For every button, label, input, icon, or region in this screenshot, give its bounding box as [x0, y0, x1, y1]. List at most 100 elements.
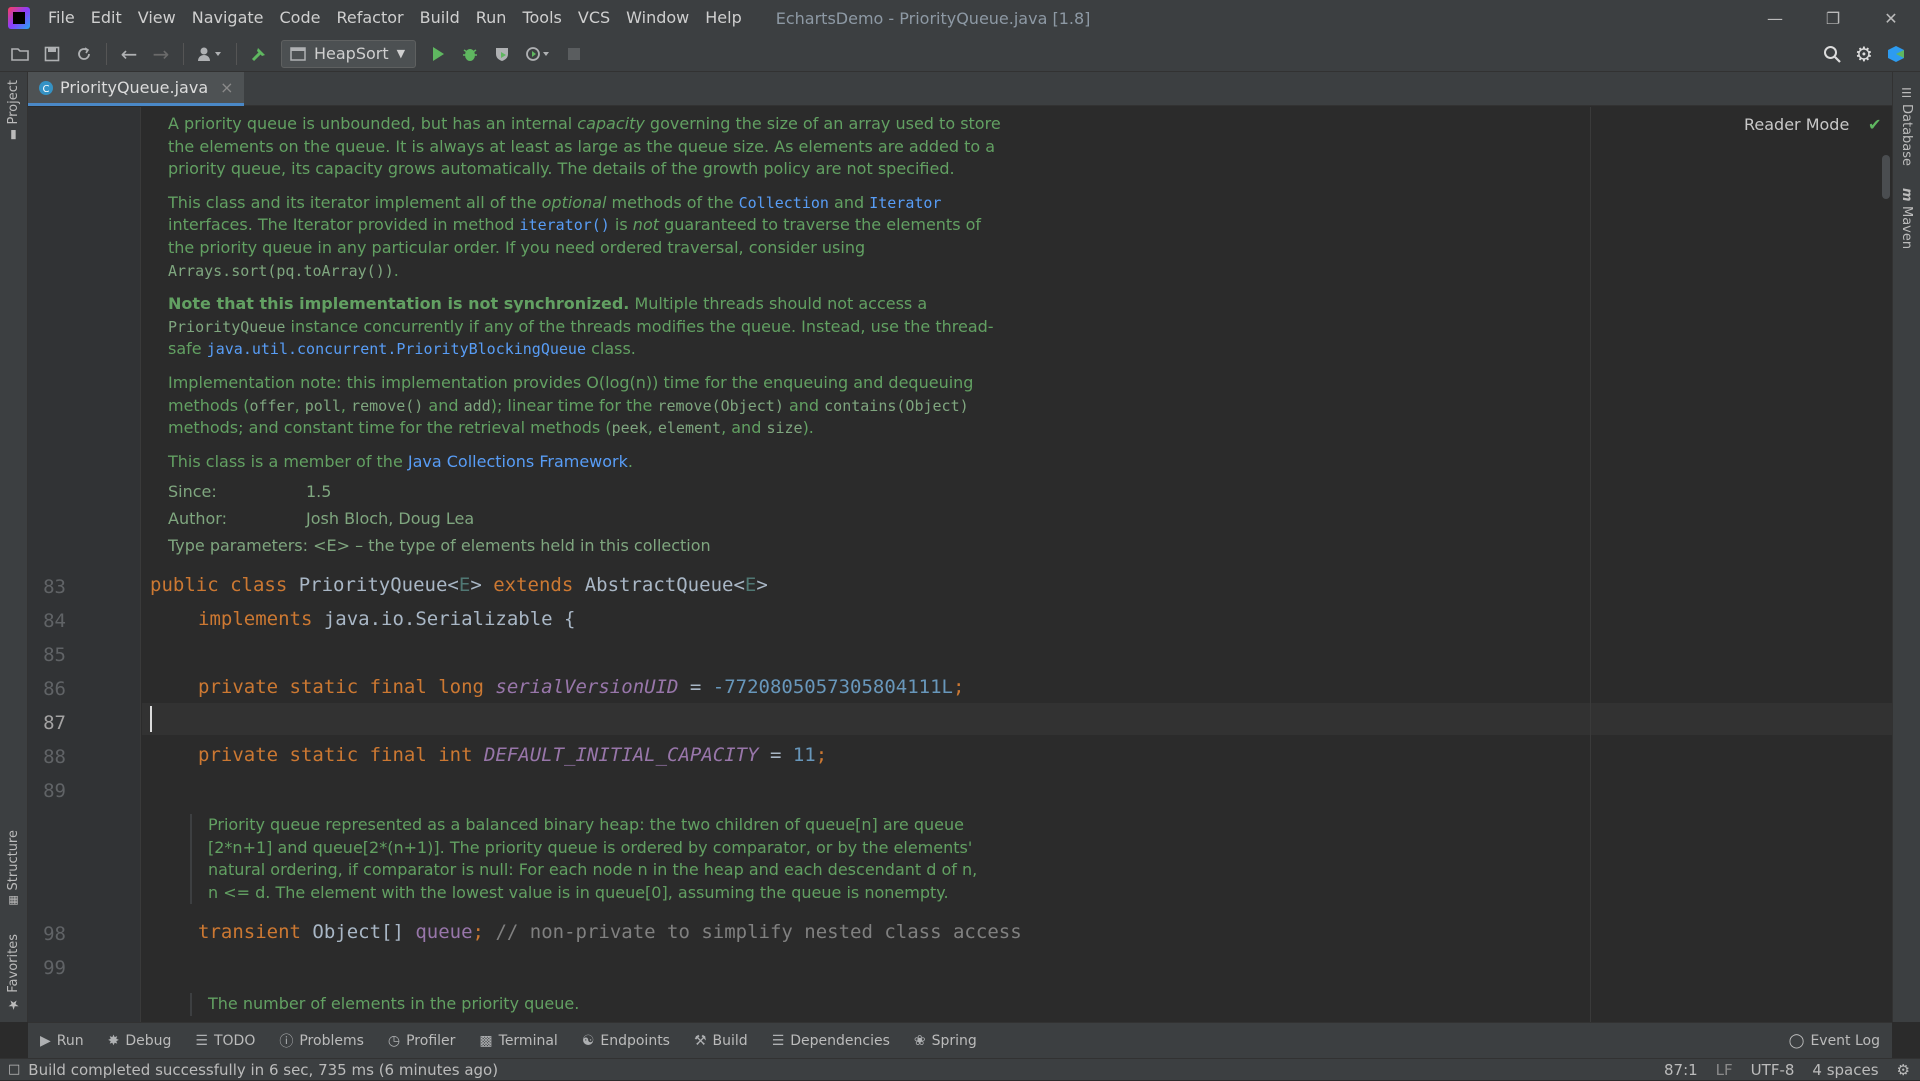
menu-run[interactable]: Run — [468, 0, 515, 36]
endpoints-tool-button[interactable]: ☯ Endpoints — [570, 1033, 682, 1049]
terminal-tool-button[interactable]: ▩ Terminal — [467, 1033, 569, 1049]
problems-tool-button[interactable]: ⓘ Problems — [267, 1031, 376, 1051]
dependencies-tool-button[interactable]: ☰ Dependencies — [760, 1033, 902, 1049]
maven-tool-button[interactable]: m Maven — [1899, 188, 1914, 249]
code-line-84: implements java.io.Serializable { — [198, 608, 576, 630]
profiler-icon: ◷ — [387, 1032, 401, 1049]
status-bar: □ Build completed successfully in 6 sec,… — [0, 1058, 1920, 1080]
code-editor[interactable]: Reader Mode ✔ A priority queue is unboun… — [142, 107, 1892, 1022]
menu-code[interactable]: Code — [272, 0, 329, 36]
build-tool-button[interactable]: ⚒ Build — [682, 1033, 760, 1049]
priorityblockingqueue-link[interactable]: java.util.concurrent.PriorityBlockingQue… — [207, 340, 586, 358]
event-log-button[interactable]: ◯ Event Log — [1789, 1023, 1880, 1059]
line-number: 84 — [43, 610, 66, 632]
doc-paragraph: This class and its iterator implement al… — [168, 192, 982, 280]
line-number: 99 — [43, 957, 66, 979]
code-line-83: public class PriorityQueue<E> extends Ab… — [150, 574, 768, 596]
tab-priorityqueue-java[interactable]: C PriorityQueue.java × — [28, 72, 244, 106]
layers-icon: ☰ — [771, 1032, 785, 1049]
search-icon[interactable] — [1816, 39, 1848, 69]
minimize-button[interactable]: — — [1746, 0, 1804, 36]
line-number: 88 — [43, 746, 66, 768]
open-folder-icon[interactable] — [4, 39, 36, 69]
profiler-tool-button[interactable]: ◷ Profiler — [376, 1033, 468, 1049]
menu-build[interactable]: Build — [412, 0, 468, 36]
list-icon: ☰ — [195, 1032, 208, 1049]
restore-button[interactable]: ❐ — [1804, 0, 1862, 36]
favorites-tool-button[interactable]: ★ Favorites — [6, 934, 21, 1012]
save-all-icon[interactable] — [36, 39, 68, 69]
code-line-88: private static final int DEFAULT_INITIAL… — [198, 744, 828, 766]
doc-paragraph: This class is a member of the Java Colle… — [168, 451, 633, 471]
code-line-86: private static final long serialVersionU… — [198, 676, 965, 698]
collections-framework-link[interactable]: Java Collections Framework — [408, 452, 628, 471]
structure-label: Structure — [6, 830, 21, 891]
hammer-icon: ⚒ — [693, 1032, 707, 1049]
todo-tool-button[interactable]: ☰ TODO — [183, 1033, 267, 1049]
structure-tool-button[interactable]: ▦ Structure — [6, 830, 21, 907]
run-configuration-select[interactable]: HeapSort ▼ — [281, 39, 417, 68]
project-tool-button[interactable]: ▮ Project — [6, 80, 21, 142]
coverage-icon[interactable] — [486, 39, 518, 69]
right-margin-guide — [1590, 107, 1591, 1022]
back-arrow-icon[interactable]: ← — [113, 39, 145, 69]
debug-tool-button[interactable]: ✸ Debug — [96, 1033, 184, 1049]
iterator-link[interactable]: Iterator — [869, 194, 941, 212]
chevron-down-icon: ▼ — [396, 47, 406, 60]
editor-scrollbar-thumb[interactable] — [1882, 155, 1890, 199]
jetbrains-toolbox-icon[interactable] — [1880, 39, 1912, 69]
javadoc-size-field-doc: The number of elements in the priority q… — [190, 993, 990, 1016]
close-window-button[interactable]: ✕ — [1862, 0, 1920, 36]
git-sync-icon[interactable]: ⚙ — [1897, 1061, 1910, 1079]
iterator-method-link[interactable]: iterator() — [520, 216, 610, 234]
menu-vcs[interactable]: VCS — [570, 0, 618, 36]
database-tool-button[interactable]: ☰ Database — [1899, 86, 1914, 166]
database-icon: ☰ — [1899, 86, 1914, 100]
menu-edit[interactable]: Edit — [83, 0, 130, 36]
profile-icon[interactable] — [518, 39, 558, 69]
toolbar-divider — [106, 42, 107, 65]
line-number: 98 — [43, 923, 66, 945]
terminal-icon: ▩ — [479, 1032, 493, 1049]
caret-position[interactable]: 87:1 — [1664, 1061, 1698, 1079]
file-encoding[interactable]: UTF-8 — [1751, 1061, 1795, 1079]
java-class-icon: C — [39, 80, 53, 95]
collection-link[interactable]: Collection — [739, 194, 829, 212]
line-separator[interactable]: LF — [1716, 1061, 1733, 1079]
maven-icon: m — [1899, 188, 1914, 202]
status-message[interactable]: Build completed successfully in 6 sec, 7… — [28, 1061, 498, 1079]
stop-icon[interactable] — [558, 39, 590, 69]
database-label: Database — [1899, 104, 1914, 167]
line-number-gutter: 83 84 85 86 87 88 89 98 99 — [28, 107, 141, 1022]
user-dropdown-icon[interactable] — [190, 39, 230, 69]
sync-icon[interactable] — [68, 39, 100, 69]
menu-refactor[interactable]: Refactor — [328, 0, 411, 36]
tab-close-icon[interactable]: × — [220, 78, 233, 97]
menu-file[interactable]: File — [40, 0, 83, 36]
menu-window[interactable]: Window — [618, 0, 697, 36]
text-caret — [150, 706, 152, 732]
menu-tools[interactable]: Tools — [514, 0, 569, 36]
left-tool-strip: ▮ Project ▦ Structure ★ Favorites — [0, 72, 28, 1022]
menu-navigate[interactable]: Navigate — [184, 0, 272, 36]
doc-type-params: Type parameters: <E> – the type of eleme… — [168, 535, 711, 555]
reader-mode-toggle[interactable]: Reader Mode — [1744, 115, 1849, 134]
inspection-ok-check-icon[interactable]: ✔ — [1868, 115, 1881, 134]
debug-bug-icon[interactable] — [454, 39, 486, 69]
run-tool-button[interactable]: ▶ Run — [28, 1033, 96, 1049]
menu-help[interactable]: Help — [697, 0, 749, 36]
doc-author-row: Author: Josh Bloch, Doug Lea — [168, 508, 475, 528]
endpoints-icon: ☯ — [581, 1032, 595, 1049]
line-number: 83 — [43, 576, 66, 598]
settings-gear-icon[interactable]: ⚙ — [1848, 39, 1880, 69]
structure-icon: ▦ — [7, 894, 20, 908]
forward-arrow-icon[interactable]: → — [145, 39, 177, 69]
menu-view[interactable]: View — [130, 0, 184, 36]
indent-setting[interactable]: 4 spaces — [1812, 1061, 1878, 1079]
intellij-logo-icon — [8, 7, 30, 29]
build-hammer-icon[interactable] — [243, 39, 275, 69]
spring-tool-button[interactable]: ❀ Spring — [902, 1033, 989, 1049]
tool-windows-toggle-icon[interactable]: □ — [8, 1062, 20, 1077]
run-icon[interactable] — [422, 39, 454, 69]
line-number: 85 — [43, 644, 66, 666]
